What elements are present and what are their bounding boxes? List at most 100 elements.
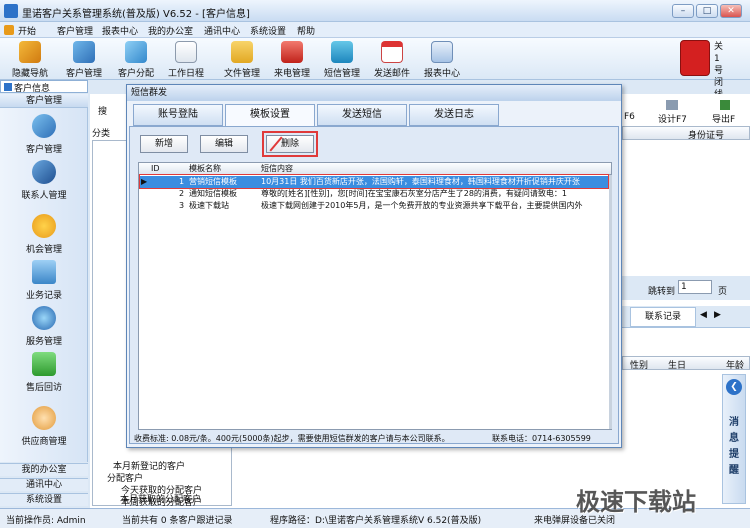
app-logo-icon [4,4,18,18]
sidebar-item-contacts[interactable]: 联系人管理 [0,158,88,204]
column-birthday: 生日 [668,361,687,371]
pricing-notice: 收费标准: 0.08元/条。400元(5000条)起步，需要使用短信群发的客户请… [134,434,450,443]
tab-send-log[interactable]: 发送日志 [409,104,499,126]
chart-icon [32,260,56,284]
sidebar-item-label: 客户管理 [25,145,62,155]
sidebar-item-label: 联系人管理 [21,191,67,201]
sidebar-item-label: 售后回访 [25,383,62,393]
vertical-scrollbar[interactable] [609,175,612,429]
tab-account-login[interactable]: 账号登陆 [133,104,223,126]
table-row[interactable]: 2 通知短信模板 尊敬的[姓名][性别]，您[时间]在宝宝康石灰室分店产生了28… [139,188,611,200]
sms-dialog: 短信群发 账号登陆 模板设置 发送短信 发送日志 新增 编辑 删除 ID 模板名… [126,84,622,448]
search-label: 搜 [98,107,108,117]
sidebar-item-label: 机会管理 [25,245,62,255]
toolbar-label: 客户分配 [117,69,154,79]
toolbar-sms-button[interactable]: 短信管理 [320,38,364,80]
toolbar-customers-button[interactable]: 客户管理 [62,38,106,80]
menu-item-comms[interactable]: 通讯中心 [204,24,240,37]
edit-template-button[interactable]: 编辑 [200,135,248,153]
menu-item-help[interactable]: 帮助 [297,24,315,37]
page-label: 页 [718,287,728,297]
sidebar-item-label: 服务管理 [25,337,62,347]
toolbar-files-button[interactable]: 文件管理 [220,38,264,80]
supplier-icon [32,406,56,430]
star-icon [32,214,56,238]
sidebar-item-opportunities[interactable]: 机会管理 [0,212,88,258]
sidebar-item-suppliers[interactable]: 供应商管理 [0,404,88,450]
toolbar-f6-label[interactable]: F6 [624,112,635,122]
status-record-count: 当前共有 0 条客户跟进记录 [122,516,233,526]
tab-label: 客户信息 [14,84,51,94]
menu-item-customers[interactable]: 客户管理 [57,24,93,37]
menu-item-reports[interactable]: 报表中心 [102,24,138,37]
tab-contact-records[interactable]: 联系记录 [630,307,696,327]
minimize-button[interactable]: – [672,4,694,18]
menu-item-office[interactable]: 我的办公室 [148,24,193,37]
calendar-icon [175,41,197,63]
col-header-name: 模板名称 [189,164,221,173]
sidebar-item-label: 供应商管理 [21,437,67,447]
menu-bar: 开始 客户管理 报表中心 我的办公室 通讯中心 系统设置 帮助 [0,22,750,38]
export-button[interactable]: 导出F [712,112,735,125]
hide-nav-icon [19,41,41,63]
maximize-button[interactable]: □ [696,4,718,18]
main-toolbar: 隐藏导航 客户管理 客户分配 工作日程 文件管理 来电管理 短信管理 发送邮件 … [0,38,750,80]
assign-icon [125,41,147,63]
sidebar-section-comms[interactable]: 通讯中心 [0,478,88,491]
table-row[interactable]: 3 极速下载站 极速下载网创建于2010年5月，是一个免费开放的专业资源共享下载… [139,200,611,212]
sidebar-item-followup[interactable]: 售后回访 [0,350,88,396]
toolbar-email-button[interactable]: 发送邮件 [370,38,414,80]
phone-line-label: 关 1 号 闭 线 [714,42,724,100]
sidebar-section-office[interactable]: 我的办公室 [0,463,88,476]
phone-line-icon[interactable] [680,40,710,76]
sidebar-item-business-records[interactable]: 业务记录 [0,258,88,304]
sidebar-header[interactable]: 客户管理 [0,94,88,108]
export-icon [720,100,730,110]
sms-icon [331,41,353,63]
users-icon [73,41,95,63]
template-grid: ID 模板名称 短信内容 ▶ 1 营销短信模板 10月31日 我们百货新店开张，… [138,162,612,430]
customer-info-icon [4,83,12,91]
cell-content: 极速下载网创建于2010年5月，是一个免费开放的专业资源共享下载平台，主要提供国… [261,201,583,210]
tree-item[interactable]: 本月获取的分配客户 [120,492,201,505]
tab-customer-info[interactable]: 客户信息 [0,80,88,94]
toolbar-schedule-button[interactable]: 工作日程 [164,38,208,80]
sidebar-section-settings[interactable]: 系统设置 [0,493,88,506]
folder-icon [231,41,253,63]
contact-person-icon [32,160,56,184]
phone-icon [281,41,303,63]
add-template-button[interactable]: 新增 [140,135,188,153]
cell-name: 通知短信模板 [189,189,237,198]
category-label: 分类 [92,129,111,139]
sidebar-item-service[interactable]: 服务管理 [0,304,88,350]
menu-item-settings[interactable]: 系统设置 [250,24,286,37]
tab-scroll-right-button[interactable]: ▶ [714,310,721,320]
title-bar: 里诺客户关系管理系统(普及版) V6.52 - [客户信息] – □ ✕ [0,0,750,22]
toolbar-hide-nav-button[interactable]: 隐藏导航 [8,38,52,80]
jump-to-label: 跳转到 [648,287,676,297]
close-button[interactable]: ✕ [720,4,742,18]
tab-template-settings[interactable]: 模板设置 [225,104,315,126]
toolbar-calls-button[interactable]: 来电管理 [270,38,314,80]
sidebar-item-customers[interactable]: 客户管理 [0,112,88,158]
toolbar-reports-button[interactable]: 报表中心 [420,38,464,80]
watermark: 极速下载站 [576,488,696,516]
collapse-arrow-icon[interactable]: ❮ [726,379,742,395]
toolbar-label: 来电管理 [273,69,310,79]
globe-icon [32,306,56,330]
design-button[interactable]: 设计F7 [658,112,687,125]
tab-scroll-left-button[interactable]: ◀ [700,310,707,320]
toolbar-label: 客户管理 [65,69,102,79]
tab-send-sms[interactable]: 发送短信 [317,104,407,126]
status-program-path: 程序路径：D:\里诺客户关系管理系统V 6.52(普及版) [270,516,482,526]
sidebar-item-label: 业务记录 [25,291,62,301]
message-panel[interactable]: ❮ 消息提醒 [722,374,746,504]
dialog-title: 短信群发 [127,85,621,101]
page-number-input[interactable]: 1 [678,280,712,294]
col-header-id: ID [151,164,160,173]
menu-item-start[interactable]: 开始 [18,24,36,37]
toolbar-assign-button[interactable]: 客户分配 [114,38,158,80]
message-panel-label: 消息提醒 [729,417,739,476]
chat-icon [32,352,56,376]
row-highlight [139,174,609,189]
